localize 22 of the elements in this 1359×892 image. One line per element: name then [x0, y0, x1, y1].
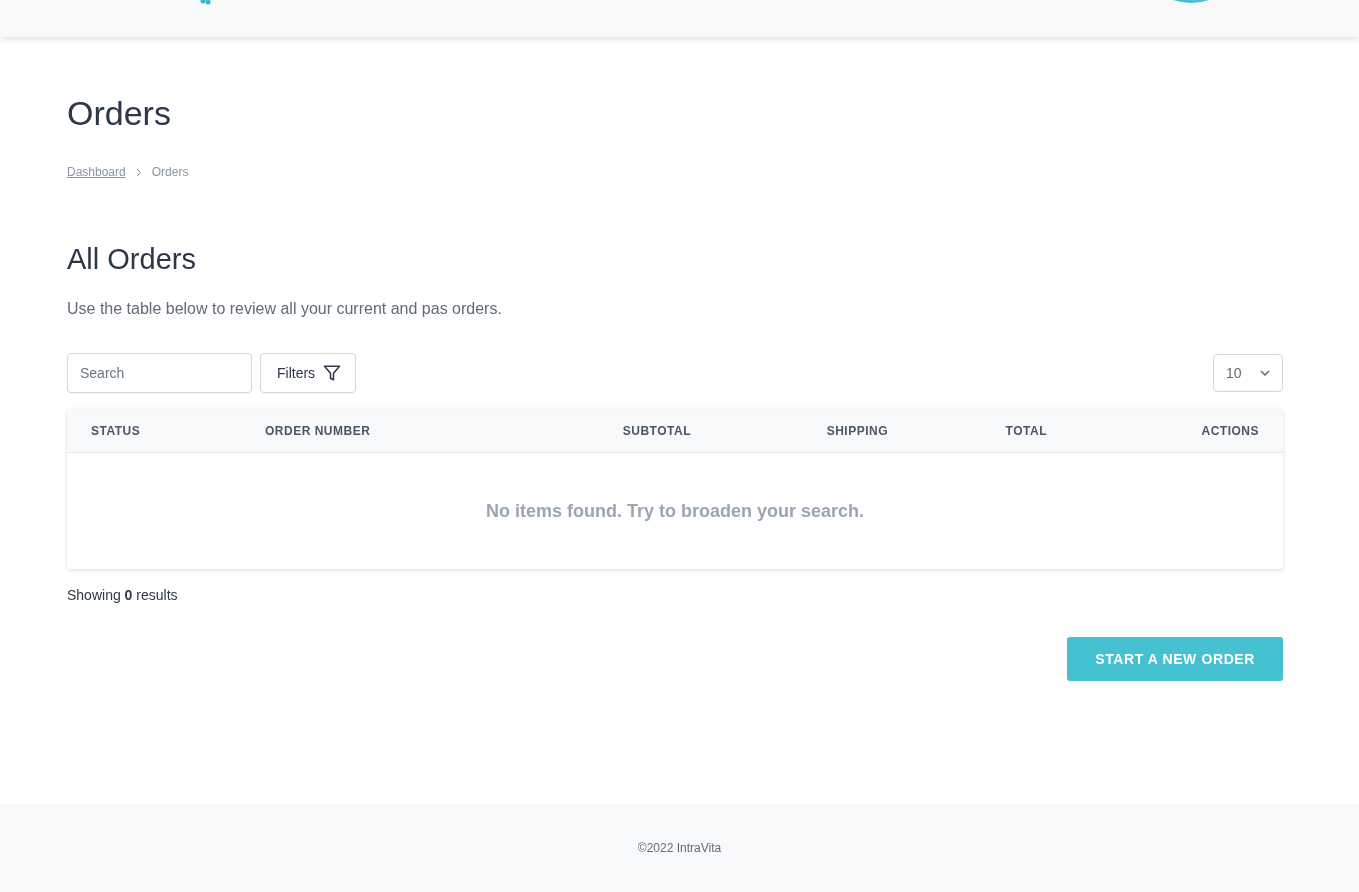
page-title: Orders — [67, 93, 172, 133]
chevron-down-icon — [1260, 370, 1270, 376]
filters-button[interactable]: Filters — [260, 353, 357, 393]
breadcrumb-link[interactable]: Dashboard — [67, 165, 126, 179]
logo-icon — [200, 0, 212, 6]
page-size-select[interactable]: 10 — [1213, 354, 1283, 392]
column-header: SHIPPING — [825, 423, 888, 438]
section-description: Use the table below to review all your current and pas orders. — [67, 300, 503, 318]
column-header: STATUS — [91, 423, 142, 438]
column-header: TOTAL — [1004, 423, 1047, 438]
avatar-icon — [1173, 0, 1209, 4]
copyright-text: ©2022 IntraVita — [637, 841, 722, 855]
search-field[interactable]: Search — [67, 353, 252, 393]
column-header: ACTIONS — [1200, 423, 1259, 438]
column-header: SUBTOTAL — [621, 423, 691, 438]
empty-message: No items found. Try to broaden your search. — [485, 500, 865, 522]
column-header: ORDER NUMBER — [265, 423, 372, 438]
filter-icon — [323, 364, 342, 382]
results-count: Showing 0 results — [67, 587, 179, 603]
chevron-icon — [135, 167, 142, 177]
section-title: All Orders — [67, 243, 197, 276]
breadcrumb-current: Orders — [151, 165, 189, 179]
